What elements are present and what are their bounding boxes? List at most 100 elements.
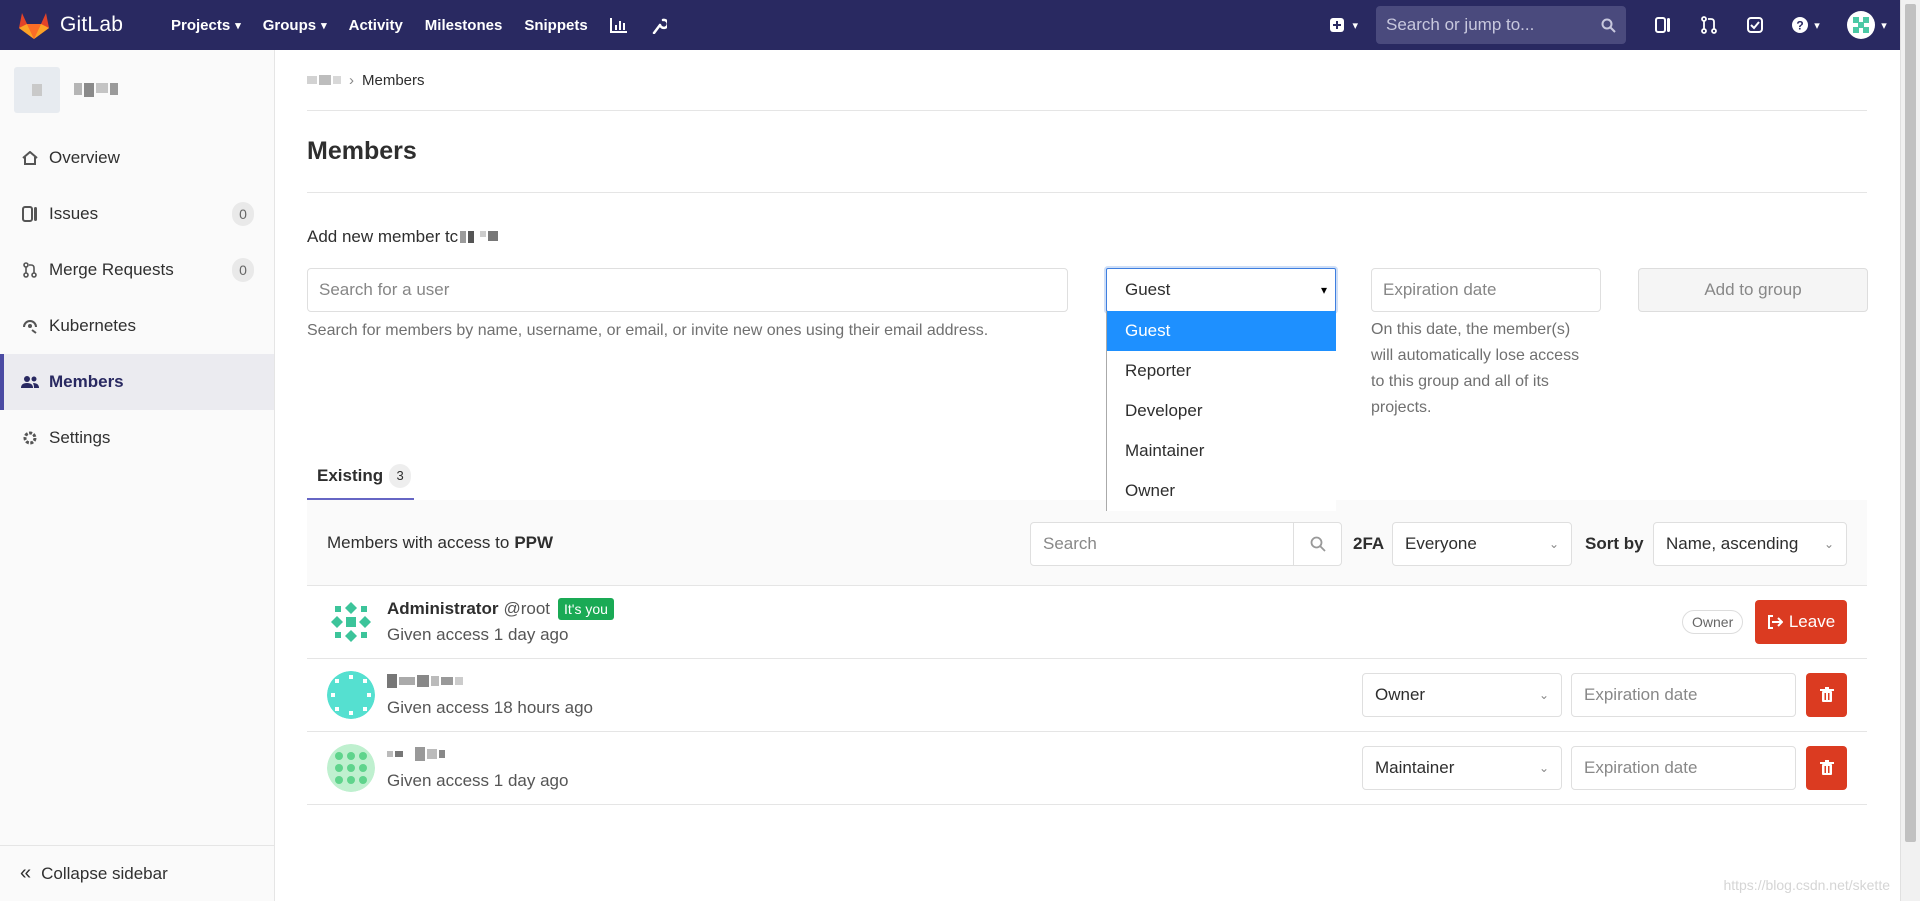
sidebar-item-merge-requests[interactable]: Merge Requests 0 [0,242,274,298]
collapse-sidebar-button[interactable]: « Collapse sidebar [0,845,274,901]
sidebar-item-kubernetes[interactable]: Kubernetes [0,298,274,354]
search-button[interactable] [1293,523,1341,565]
member-name-redacted[interactable] [387,744,445,764]
chevron-down-icon: ⌄ [1823,537,1834,551]
breadcrumb-group-redacted[interactable] [307,75,341,85]
sidebar-item-label: Members [49,372,124,391]
expiration-date-input[interactable]: Expiration date [1371,268,1601,312]
add-to-group-button[interactable]: Add to group [1638,268,1868,312]
chevron-down-icon: ▾ [321,19,327,32]
global-search-input[interactable]: Search or jump to... [1376,6,1626,44]
member-expiration-input[interactable]: Expiration date [1571,746,1796,790]
svg-text:?: ? [1797,19,1804,33]
nav-snippets[interactable]: Snippets [513,0,598,50]
group-header[interactable] [0,50,274,130]
sort-dropdown[interactable]: Name, ascending ⌄ [1653,522,1847,566]
todo-icon[interactable] [1732,0,1778,50]
issues-icon[interactable] [1640,0,1686,50]
member-name [387,744,445,764]
redacted-avatar-pixels [32,84,42,96]
nav-projects-label: Projects [171,16,231,34]
expiration-hint-line: will automatically lose access [1371,347,1580,364]
chevron-down-icon: ⌄ [1538,761,1549,775]
leave-button[interactable]: Leave [1755,600,1847,644]
page-title: Members [307,111,1867,193]
avatar[interactable] [327,744,375,792]
chevron-down-icon: ▾ [1814,19,1820,32]
scrollbar-thumb[interactable] [1905,4,1916,842]
role-badge: Owner [1682,610,1744,634]
member-search-input[interactable]: Search [1030,522,1342,566]
page-scrollbar[interactable] [1900,0,1920,901]
user-search-hint: Search for members by name, username, or… [307,322,989,339]
twofa-filter-dropdown[interactable]: Everyone ⌄ [1392,522,1572,566]
access-level-select[interactable]: Guest ▾ [1106,268,1336,312]
wrench-icon[interactable] [639,0,679,50]
sidebar-item-settings[interactable]: Settings [0,410,274,466]
users-icon [20,375,40,389]
chart-icon[interactable] [599,0,639,50]
sidebar: Overview Issues 0 Merge Requests 0 Kuber… [0,50,275,901]
access-level-current[interactable]: Guest ▾ [1107,269,1335,311]
tab-existing-count: 3 [389,463,412,488]
members-panel-title: Members with access to PPW [327,500,553,586]
group-avatar [14,67,60,113]
role-option-reporter[interactable]: Reporter [1107,351,1336,391]
nav-milestones[interactable]: Milestones [414,0,514,50]
chevron-down-icon: ▾ [235,19,241,32]
nav-projects[interactable]: Projects ▾ [160,0,252,50]
member-role-dropdown[interactable]: Owner ⌄ [1362,673,1562,717]
member-name-redacted[interactable] [387,671,463,691]
remove-member-button[interactable] [1806,673,1847,717]
its-you-badge: It's you [558,598,614,620]
kubernetes-icon [20,318,40,334]
sidebar-item-issues[interactable]: Issues 0 [0,186,274,242]
members-panel-header: Members with access to PPW Search 2FA Ev… [307,500,1867,586]
member-row: Given access 1 day ago Maintainer ⌄ Expi… [307,732,1867,805]
sidebar-item-members[interactable]: Members [0,354,274,410]
member-name: Administrator @root It's you [387,598,614,620]
avatar[interactable] [327,671,375,719]
collapse-sidebar-label: Collapse sidebar [41,863,168,883]
nav-links: Projects ▾ Groups ▾ Activity Milestones Sn… [160,0,679,50]
nav-groups[interactable]: Groups ▾ [252,0,338,50]
home-icon [20,151,40,165]
new-item-button[interactable]: ▾ [1329,17,1358,33]
sign-out-icon [1767,615,1783,629]
merge-requests-count-badge: 0 [232,258,254,282]
user-search-input[interactable]: Search for a user [307,268,1068,312]
chevron-down-icon: ⌄ [1538,688,1549,702]
member-role-value: Maintainer [1375,758,1455,777]
avatar[interactable] [327,598,375,646]
gitlab-logo[interactable]: GitLab [18,10,160,40]
sidebar-item-label: Issues [49,204,99,223]
role-option-developer[interactable]: Developer [1107,391,1336,431]
breadcrumb-separator-icon: › [349,71,354,89]
breadcrumb-current[interactable]: Members [362,72,425,89]
sidebar-item-overview[interactable]: Overview [0,130,274,186]
expiration-hint-line: projects. [1371,399,1432,416]
member-expiration-input[interactable]: Expiration date [1571,673,1796,717]
merge-request-icon[interactable] [1686,0,1732,50]
plus-square-icon [1330,18,1345,32]
role-option-guest[interactable]: Guest [1107,311,1336,351]
tanuki-icon [19,13,49,39]
access-level-options: Guest Reporter Developer Maintainer Owne… [1106,311,1336,511]
member-display-name[interactable]: Administrator [387,599,498,619]
nav-activity[interactable]: Activity [338,0,414,50]
double-chevron-left-icon: « [20,862,32,884]
member-role-dropdown[interactable]: Maintainer ⌄ [1362,746,1562,790]
help-menu[interactable]: ? ▾ [1778,17,1834,33]
member-tabs: Existing 3 [307,453,1867,501]
role-option-owner[interactable]: Owner [1107,471,1336,511]
role-option-maintainer[interactable]: Maintainer [1107,431,1336,471]
tab-existing[interactable]: Existing 3 [307,453,414,501]
watermark: https://blog.csdn.net/skette [1723,877,1890,893]
add-member-label-text: Add new member tc [307,227,459,246]
remove-member-button[interactable] [1806,746,1847,790]
panel-title-prefix: Members with access to [327,533,510,552]
user-menu[interactable]: ▾ [1834,11,1900,39]
expiration-hint: On this date, the member(s) will automat… [1371,317,1611,421]
search-icon [1310,536,1326,552]
issues-count-badge: 0 [232,202,254,226]
